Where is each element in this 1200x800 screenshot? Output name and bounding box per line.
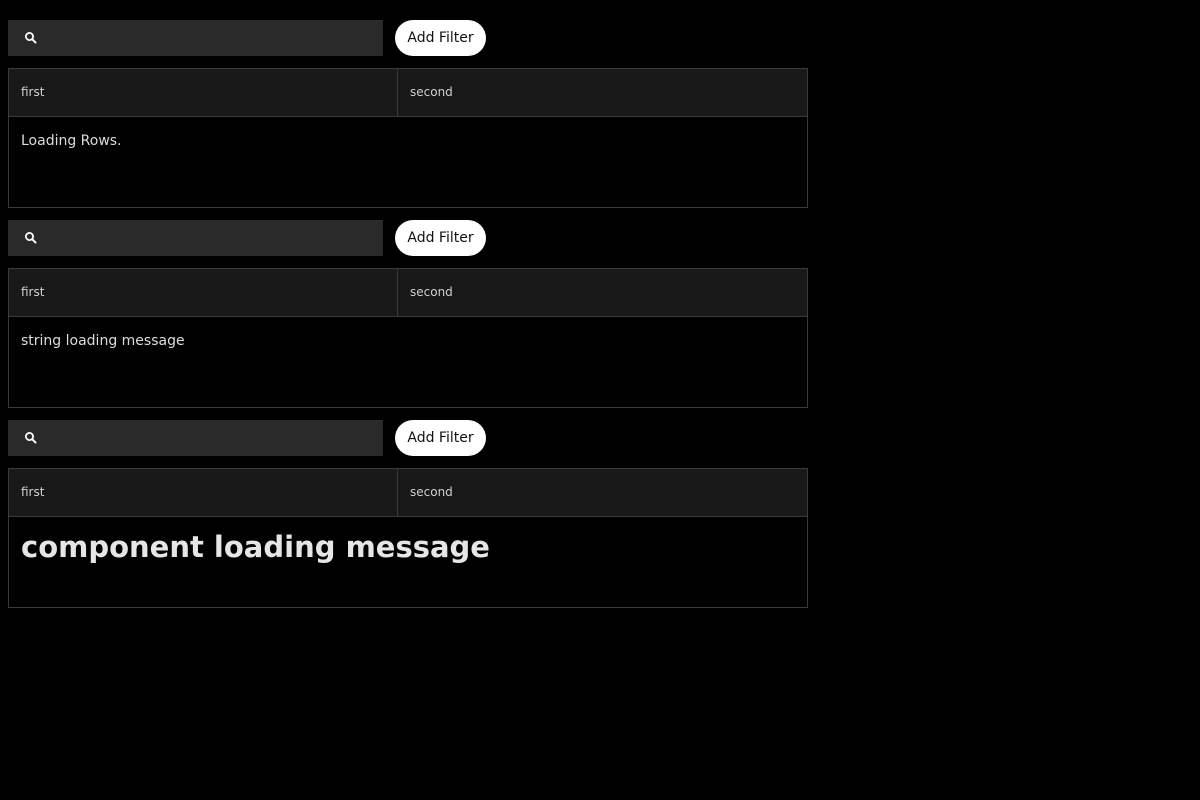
column-header-second[interactable]: second (398, 269, 807, 316)
table-body: component loading message (9, 517, 807, 567)
page: Add Filter first second Loading Rows. Ad… (0, 0, 1200, 800)
loading-message: string loading message (21, 333, 185, 349)
table-header-row: first second (9, 469, 807, 517)
search-box[interactable] (8, 220, 383, 256)
add-filter-button[interactable]: Add Filter (395, 20, 486, 56)
table-toolbar: Add Filter (8, 20, 808, 56)
search-input[interactable] (48, 420, 378, 456)
search-icon (25, 432, 37, 444)
table-header-row: first second (9, 269, 807, 317)
column-header-second[interactable]: second (398, 69, 807, 116)
search-input[interactable] (48, 220, 378, 256)
search-box[interactable] (8, 420, 383, 456)
column-header-second[interactable]: second (398, 469, 807, 516)
data-table: first second string loading message (8, 268, 808, 408)
data-table: first second Loading Rows. (8, 68, 808, 208)
data-table-section-3: Add Filter first second component loadin… (8, 420, 808, 608)
search-box[interactable] (8, 20, 383, 56)
search-input[interactable] (48, 20, 378, 56)
search-icon (25, 32, 37, 44)
search-icon (25, 232, 37, 244)
column-header-first[interactable]: first (9, 69, 398, 116)
data-table: first second component loading message (8, 468, 808, 608)
table-body: Loading Rows. (9, 117, 807, 149)
loading-message: Loading Rows. (21, 133, 122, 149)
loading-message-heading: component loading message (21, 530, 490, 564)
add-filter-button[interactable]: Add Filter (395, 420, 486, 456)
add-filter-button[interactable]: Add Filter (395, 220, 486, 256)
data-table-section-2: Add Filter first second string loading m… (8, 220, 808, 408)
column-header-first[interactable]: first (9, 269, 398, 316)
data-table-section-1: Add Filter first second Loading Rows. (8, 20, 808, 208)
table-toolbar: Add Filter (8, 220, 808, 256)
table-toolbar: Add Filter (8, 420, 808, 456)
table-body: string loading message (9, 317, 807, 349)
column-header-first[interactable]: first (9, 469, 398, 516)
table-header-row: first second (9, 69, 807, 117)
